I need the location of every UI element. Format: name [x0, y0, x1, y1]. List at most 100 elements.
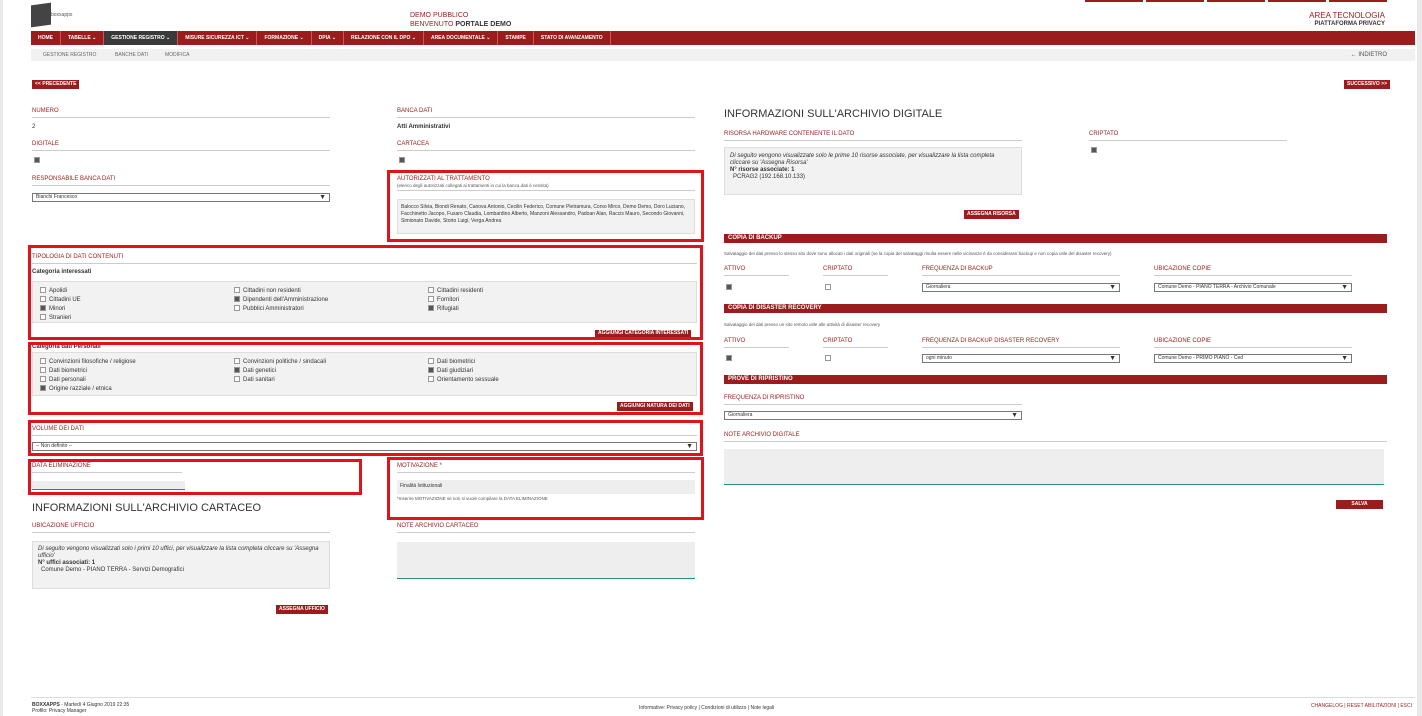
nav-stampe[interactable]: STAMPE: [498, 31, 534, 45]
highlight-frame: [28, 420, 703, 456]
nav-relazione-dpo[interactable]: RELAZIONE CON IL DPO ⌄: [344, 31, 424, 45]
ufficio-box: Di seguito vengono visualizzati solo i p…: [32, 541, 330, 589]
triangle-down-icon: ▼: [1109, 355, 1116, 362]
assign-resource-button[interactable]: ASSEGNA RISORSA: [964, 210, 1019, 219]
risorsa-box: Di seguito vengono visualizzate solo le …: [724, 147, 1022, 195]
freq-dr-value: ogni minuto: [926, 355, 952, 361]
freq-dr-select[interactable]: ogni minuto ▼: [922, 354, 1120, 363]
criptato-label: CRIPTATO: [823, 338, 853, 344]
cartaceo-title: INFORMAZIONI SULL'ARCHIVIO CARTACEO: [32, 502, 262, 514]
divider: [724, 347, 789, 348]
attivo-label: ATTIVO: [724, 266, 746, 272]
freq-backup-value: Giornaliera: [926, 284, 951, 290]
note-cartaceo-textarea[interactable]: [397, 542, 695, 579]
divider: [1154, 275, 1352, 276]
breadcrumb: GESTIONE REGISTRO BANCHE DATI MODIFICA ←…: [31, 49, 1415, 61]
footer-links[interactable]: Informative: Privacy policy | Condizioni…: [639, 705, 774, 711]
responsabile-value: Bianchi Francesco: [36, 194, 78, 200]
ufficio-label: UBICAZIONE UFFICIO: [32, 523, 95, 529]
criptato-checkbox[interactable]: [1091, 147, 1100, 154]
logo-icon[interactable]: [31, 2, 51, 28]
top-tab-1[interactable]: [1085, 0, 1143, 2]
prev-button[interactable]: << PRECEDENTE: [32, 80, 80, 89]
triangle-down-icon: ▼: [1011, 412, 1018, 419]
divider: [397, 532, 695, 533]
nav-home[interactable]: HOME: [31, 31, 61, 45]
responsabile-select[interactable]: Bianchi Francesco ▼: [32, 193, 330, 202]
freq-backup-label: FREQUENZA DI BACKUP: [922, 266, 993, 272]
banca-value: Atti Amministrativi: [397, 124, 451, 130]
dr-attivo-checkbox[interactable]: [726, 355, 735, 362]
risorsa-label: RISORSA HARDWARE CONTENENTE IL DATO: [724, 131, 855, 137]
note-digitale-textarea[interactable]: [724, 449, 1384, 485]
assign-office-button[interactable]: ASSEGNA UFFICIO: [276, 605, 328, 614]
top-tab-3[interactable]: [1207, 0, 1265, 2]
numero-label: NUMERO: [32, 108, 59, 114]
footer-right-links[interactable]: CHANGELOG | RESET ABILITAZIONI | ESCI: [1311, 703, 1412, 709]
backup-desc: Salvataggio dei dati presso lo stesso si…: [724, 251, 1112, 256]
top-tab-5[interactable]: [1329, 0, 1387, 2]
divider: [32, 150, 330, 151]
divider: [1089, 140, 1287, 141]
ubicazione-label: UBICAZIONE COPIE: [1154, 266, 1212, 272]
ubicazione-backup-select[interactable]: Comune Demo - PIANO TERRA - Archivio Com…: [1154, 283, 1352, 292]
divider: [32, 117, 330, 118]
divider: [32, 185, 330, 186]
divider: [32, 532, 330, 533]
cartacea-checkbox[interactable]: [399, 157, 408, 164]
risorsa-item: PCRAG2 (192.168.10.133): [733, 174, 806, 180]
header-center: DEMO PUBBLICO BENVENUTO PORTALE DEMO: [410, 11, 511, 29]
dr-section-bar: COPIA DI DISASTER RECOVERY: [724, 304, 1387, 313]
digitale-title: INFORMAZIONI SULL'ARCHIVIO DIGITALE: [724, 108, 943, 120]
freq-dr-label: FREQUENZA DI BACKUP DISASTER RECOVERY: [922, 338, 1060, 344]
nav-dpia[interactable]: DPIA ⌄: [312, 31, 345, 45]
triangle-down-icon: ▼: [1341, 284, 1348, 291]
header-center-line1: DEMO PUBBLICO: [410, 12, 469, 19]
top-tab-2[interactable]: [1146, 0, 1204, 2]
ripristino-section-bar: PROVE DI RIPRISTINO: [724, 375, 1387, 384]
freq-ripristino-select[interactable]: Giornaliera ▼: [724, 411, 1022, 420]
nav-area-documentale[interactable]: AREA DOCUMENTALE ⌄: [424, 31, 499, 45]
highlight-frame: [28, 342, 703, 415]
attivo-label: ATTIVO: [724, 338, 746, 344]
nav-gestione-registro[interactable]: GESTIONE REGISTRO ⌄: [104, 31, 179, 45]
highlight-frame: [387, 170, 704, 242]
ubicazione-dr-value: Comune Demo - PRIMO PIANO - Ced: [1158, 355, 1244, 361]
next-button[interactable]: SUCCESSIVO >>: [1344, 80, 1391, 89]
breadcrumb-item[interactable]: BANCHE DATI: [115, 52, 148, 58]
ufficio-info: Di seguito vengono visualizzati solo i p…: [38, 546, 319, 559]
divider: [724, 140, 1022, 141]
cartacea-label: CARTACEA: [397, 141, 430, 147]
highlight-frame: [28, 245, 703, 340]
divider: [922, 275, 1120, 276]
criptato-label: CRIPTATO: [823, 266, 853, 272]
header-welcome: BENVENUTO: [410, 21, 454, 28]
digitale-checkbox[interactable]: [34, 157, 43, 164]
freq-backup-select[interactable]: Giornaliera ▼: [922, 283, 1120, 292]
note-cartaceo-label: NOTE ARCHIVIO CARTACEO: [397, 523, 479, 529]
divider: [724, 441, 1387, 442]
ubicazione-backup-value: Comune Demo - PIANO TERRA - Archivio Com…: [1158, 284, 1276, 290]
footer: BOXXAPPS - Martedì 4 Giugno 2019 22:35 P…: [31, 697, 1415, 716]
backup-criptato-checkbox[interactable]: [825, 284, 834, 291]
backup-section-bar: COPIA DI BACKUP: [724, 234, 1387, 243]
header-right: AREA TECNOLOGIA PIATTAFORMA PRIVACY: [1309, 11, 1385, 29]
highlight-frame: [28, 459, 362, 495]
top-tab-4[interactable]: [1268, 0, 1326, 2]
header-area: AREA TECNOLOGIA: [1309, 11, 1385, 20]
dr-criptato-checkbox[interactable]: [825, 355, 834, 362]
ubicazione-dr-select[interactable]: Comune Demo - PRIMO PIANO - Ced ▼: [1154, 354, 1352, 363]
breadcrumb-item[interactable]: GESTIONE REGISTRO: [43, 52, 96, 58]
nav-misure-sicurezza[interactable]: MISURE SICUREZZA ICT ⌄: [178, 31, 258, 45]
nav-stato-avanzamento[interactable]: STATO DI AVANZAMENTO: [534, 31, 611, 45]
footer-profile: Profilo: Privacy Manager: [32, 708, 87, 714]
nav-tabelle[interactable]: TABELLE ⌄: [61, 31, 105, 45]
save-button[interactable]: SALVA: [1336, 500, 1383, 509]
triangle-down-icon: ▼: [1109, 284, 1116, 291]
back-link[interactable]: ← INDIETRO: [1351, 52, 1387, 58]
numero-value: 2: [32, 124, 36, 130]
backup-attivo-checkbox[interactable]: [726, 284, 735, 291]
nav-formazione[interactable]: FORMAZIONE ⌄: [257, 31, 312, 45]
dr-desc: Salvataggio dei dati presso un sito remo…: [724, 322, 881, 327]
footer-left: BOXXAPPS - Martedì 4 Giugno 2019 22:35 P…: [32, 702, 129, 714]
